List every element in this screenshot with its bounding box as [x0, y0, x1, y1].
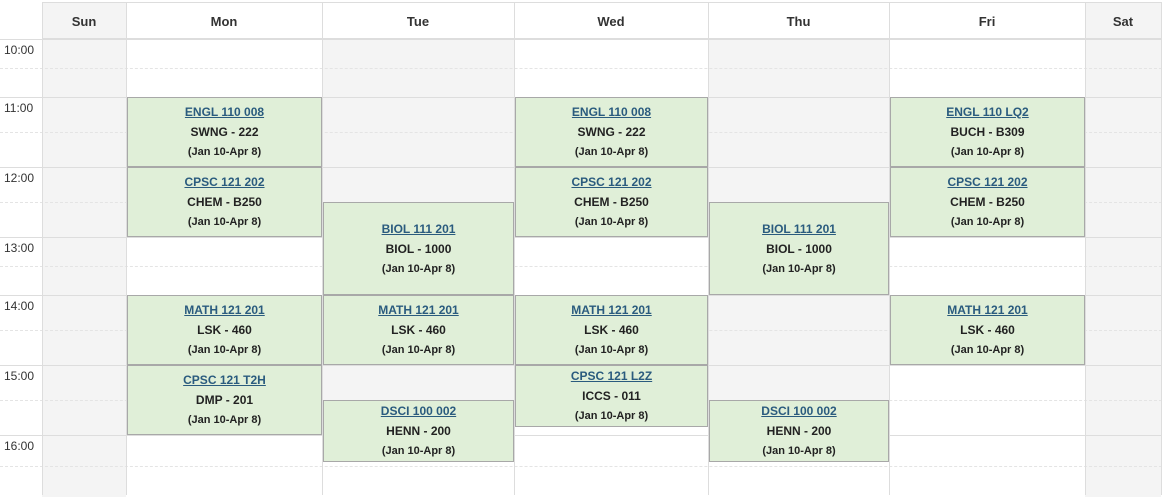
- course-room: ICCS - 011: [582, 389, 641, 403]
- course-link[interactable]: CPSC 121 T2H: [183, 370, 266, 390]
- course-link[interactable]: CPSC 121 202: [571, 172, 651, 192]
- course-dates: (Jan 10-Apr 8): [381, 262, 456, 275]
- day-header-sun: Sun: [42, 2, 126, 39]
- course-block[interactable]: CPSC 121 T2H DMP - 201 (Jan 10-Apr 8): [127, 365, 322, 435]
- course-room: CHEM - B250: [950, 195, 1025, 209]
- day-header-fri: Fri: [889, 2, 1085, 39]
- time-label: 12:00: [4, 171, 35, 185]
- course-dates: (Jan 10-Apr 8): [381, 344, 456, 356]
- time-label: 15:00: [4, 369, 35, 383]
- course-room: BIOL - 1000: [385, 241, 452, 256]
- day-header-sat: Sat: [1085, 2, 1161, 39]
- course-dates: (Jan 10-Apr 8): [187, 146, 262, 158]
- course-room: BUCH - B309: [950, 125, 1025, 139]
- empty-slot: [322, 365, 514, 400]
- course-link[interactable]: BIOL 111 201: [382, 219, 456, 239]
- course-room: LSK - 460: [391, 323, 446, 337]
- course-block[interactable]: ENGL 110 LQ2 BUCH - B309 (Jan 10-Apr 8): [890, 97, 1085, 167]
- course-link[interactable]: ENGL 110 LQ2: [946, 102, 1028, 122]
- course-link[interactable]: CPSC 121 202: [184, 172, 264, 192]
- course-dates: (Jan 10-Apr 8): [187, 216, 262, 228]
- course-link[interactable]: DSCI 100 002: [761, 401, 836, 421]
- course-dates: (Jan 10-Apr 8): [381, 445, 456, 457]
- course-dates: (Jan 10-Apr 8): [574, 146, 649, 158]
- course-dates: (Jan 10-Apr 8): [950, 344, 1025, 356]
- course-room: HENN - 200: [386, 424, 451, 438]
- course-dates: (Jan 10-Apr 8): [574, 216, 649, 228]
- course-dates: (Jan 10-Apr 8): [950, 216, 1025, 228]
- hour-line: [0, 39, 1162, 40]
- course-block[interactable]: DSCI 100 002 HENN - 200 (Jan 10-Apr 8): [323, 400, 514, 462]
- course-link[interactable]: ENGL 110 008: [572, 102, 651, 122]
- course-dates: (Jan 10-Apr 8): [574, 410, 649, 422]
- course-room: DMP - 201: [195, 393, 254, 407]
- day-header-thu: Thu: [708, 2, 889, 39]
- time-label: 14:00: [4, 299, 35, 313]
- course-dates: (Jan 10-Apr 8): [187, 344, 262, 356]
- course-dates: (Jan 10-Apr 8): [574, 344, 649, 356]
- course-room: SWNG - 222: [577, 125, 646, 139]
- course-link[interactable]: ENGL 110 008: [185, 102, 264, 122]
- course-link[interactable]: MATH 121 201: [571, 300, 651, 320]
- course-link[interactable]: CPSC 121 202: [947, 172, 1027, 192]
- course-block[interactable]: ENGL 110 008 SWNG - 222 (Jan 10-Apr 8): [127, 97, 322, 167]
- course-room: CHEM - B250: [187, 195, 262, 209]
- course-block[interactable]: CPSC 121 L2Z ICCS - 011 (Jan 10-Apr 8): [515, 365, 708, 427]
- course-dates: (Jan 10-Apr 8): [187, 414, 262, 426]
- time-label: 10:00: [4, 43, 35, 57]
- course-room: LSK - 460: [584, 323, 639, 337]
- course-block[interactable]: MATH 121 201 LSK - 460 (Jan 10-Apr 8): [323, 295, 514, 365]
- course-block[interactable]: MATH 121 201 LSK - 460 (Jan 10-Apr 8): [890, 295, 1085, 365]
- course-block[interactable]: MATH 121 201 LSK - 460 (Jan 10-Apr 8): [515, 295, 708, 365]
- course-room: CHEM - B250: [574, 195, 649, 209]
- hour-line: [0, 237, 1162, 238]
- course-room: LSK - 460: [960, 323, 1015, 337]
- day-column-sun: [42, 39, 126, 497]
- course-dates: (Jan 10-Apr 8): [950, 146, 1025, 158]
- course-room: SWNG - 222: [190, 125, 259, 139]
- course-link[interactable]: MATH 121 201: [378, 300, 458, 320]
- time-label: 11:00: [4, 101, 34, 115]
- course-block[interactable]: MATH 121 201 LSK - 460 (Jan 10-Apr 8): [127, 295, 322, 365]
- course-room: BIOL - 1000: [766, 241, 832, 256]
- day-header-mon: Mon: [126, 2, 322, 39]
- course-link[interactable]: DSCI 100 002: [381, 401, 456, 421]
- course-room: LSK - 460: [197, 323, 252, 337]
- course-block[interactable]: CPSC 121 202 CHEM - B250 (Jan 10-Apr 8): [515, 167, 708, 237]
- day-header-tue: Tue: [322, 2, 514, 39]
- column-divider: [42, 2, 43, 495]
- course-link[interactable]: MATH 121 201: [947, 300, 1027, 320]
- empty-slot: [322, 39, 514, 202]
- time-label: 13:00: [4, 241, 35, 255]
- empty-slot: [708, 39, 889, 202]
- empty-slot: [708, 295, 889, 400]
- half-hour-line: [0, 266, 1162, 267]
- time-label: 16:00: [4, 439, 35, 453]
- course-dates: (Jan 10-Apr 8): [762, 445, 836, 457]
- hour-line: [0, 435, 1162, 436]
- column-divider: [889, 2, 890, 495]
- week-calendar: Sun Mon Tue Wed Thu Fri Sat 10:00 11:00 12:00 13:0…: [0, 0, 1162, 497]
- half-hour-line: [0, 466, 1162, 467]
- course-block[interactable]: ENGL 110 008 SWNG - 222 (Jan 10-Apr 8): [515, 97, 708, 167]
- day-column-sat: [1085, 39, 1161, 497]
- course-block[interactable]: CPSC 121 202 CHEM - B250 (Jan 10-Apr 8): [890, 167, 1085, 237]
- course-link[interactable]: MATH 121 201: [184, 300, 264, 320]
- column-divider: [1085, 2, 1086, 495]
- half-hour-line: [0, 68, 1162, 69]
- course-block[interactable]: DSCI 100 002 HENN - 200 (Jan 10-Apr 8): [709, 400, 889, 462]
- course-block[interactable]: CPSC 121 202 CHEM - B250 (Jan 10-Apr 8): [127, 167, 322, 237]
- day-header-wed: Wed: [514, 2, 708, 39]
- course-block[interactable]: BIOL 111 201 BIOL - 1000 (Jan 10-Apr 8): [709, 202, 889, 295]
- course-link[interactable]: CPSC 121 L2Z: [571, 366, 652, 386]
- course-dates: (Jan 10-Apr 8): [762, 262, 836, 275]
- course-block[interactable]: BIOL 111 201 BIOL - 1000 (Jan 10-Apr 8): [323, 202, 514, 295]
- course-link[interactable]: BIOL 111 201: [762, 219, 836, 239]
- course-room: HENN - 200: [766, 424, 832, 438]
